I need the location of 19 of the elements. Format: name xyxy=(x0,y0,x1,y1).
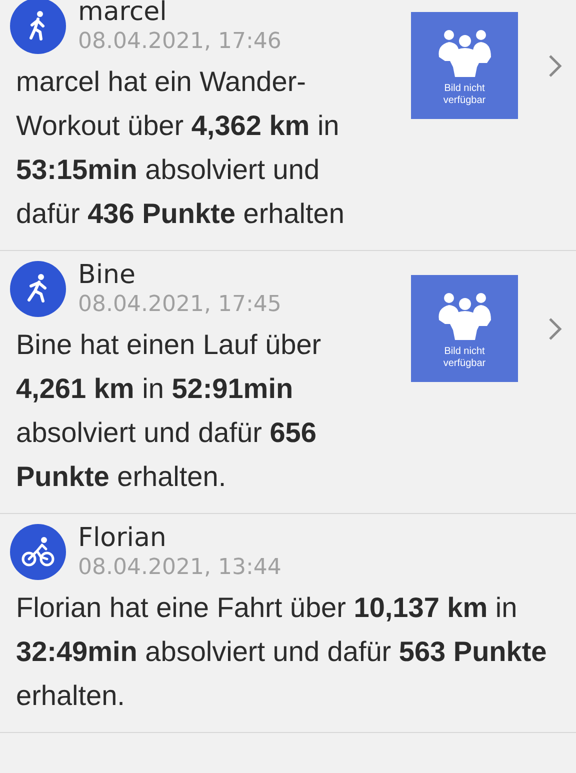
activity-description: Florian hat eine Fahrt über 10,137 km in 32:49min absolviert und dafür 563 Punkte erhalten. xyxy=(16,591,548,713)
activity-card[interactable]: marcel 08.04.2021, 17:46 marcel hat ein Wander-Workout über 4,362 km in 53:15min absolviert und dafür 436 Punkte erhalten Bild nicht verfügbar xyxy=(0,0,576,251)
placeholder-caption: Bild nicht verfügbar xyxy=(442,346,487,370)
runner-icon xyxy=(10,261,66,317)
cyclist-icon xyxy=(10,524,66,580)
activity-card[interactable]: Bine 08.04.2021, 17:45 Bine hat einen Lauf über 4,261 km in 52:91min absolviert und dafür 656 Punkte erhalten. Bild nicht verfügbar xyxy=(0,251,576,514)
activity-date: 08.04.2021, 17:45 xyxy=(78,291,282,319)
chevron-right-icon[interactable] xyxy=(548,316,562,340)
activity-description: marcel hat ein Wander-Workout über 4,362 km in 53:15min absolviert und dafür 436 Punkte erhalten xyxy=(16,65,346,231)
activity-date: 08.04.2021, 13:44 xyxy=(78,554,282,582)
activity-date: 08.04.2021, 17:46 xyxy=(78,28,282,56)
user-name: Florian xyxy=(78,522,168,554)
chevron-right-icon[interactable] xyxy=(548,54,562,78)
user-name: marcel xyxy=(78,0,168,28)
runner-icon xyxy=(10,0,66,54)
user-name: Bine xyxy=(78,259,137,291)
activity-card[interactable]: Florian 08.04.2021, 13:44 Florian hat eine Fahrt über 10,137 km in 32:49min absolviert und dafür 563 Punkte erhalten. xyxy=(0,514,576,733)
activity-description: Bine hat einen Lauf über 4,261 km in 52:91min absolviert und dafür 656 Punkte erhalten. xyxy=(16,328,322,494)
placeholder-caption: Bild nicht verfügbar xyxy=(442,83,487,107)
